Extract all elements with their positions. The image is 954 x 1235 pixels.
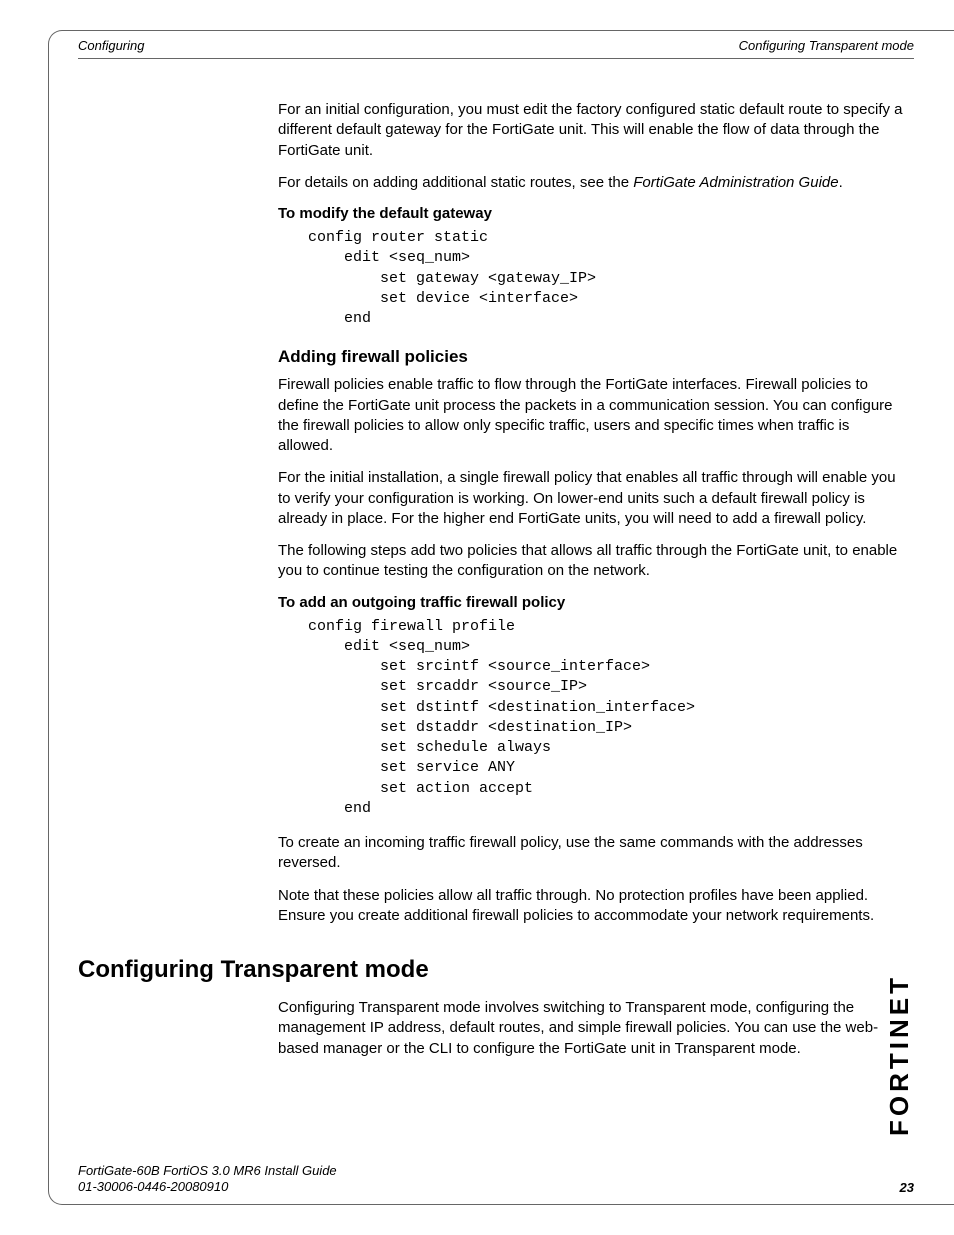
body-column: Configuring Transparent mode involves sw… <box>278 998 904 1059</box>
paragraph: To create an incoming traffic firewall p… <box>278 833 904 874</box>
footer-title: FortiGate-60B FortiOS 3.0 MR6 Install Gu… <box>78 1163 337 1179</box>
header-right: Configuring Transparent mode <box>739 38 914 53</box>
brand-text: FORTINET <box>884 974 915 1136</box>
running-head: Configuring Configuring Transparent mode <box>78 38 914 53</box>
text: For details on adding additional static … <box>278 174 633 191</box>
paragraph: Configuring Transparent mode involves sw… <box>278 998 904 1059</box>
body-column: For an initial configuration, you must e… <box>278 100 904 926</box>
paragraph: Firewall policies enable traffic to flow… <box>278 375 904 456</box>
code-block: config router static edit <seq_num> set … <box>308 228 904 329</box>
brand-logo: FORTINET <box>884 955 914 1155</box>
procedure-heading: To add an outgoing traffic firewall poli… <box>278 594 904 611</box>
paragraph: Note that these policies allow all traff… <box>278 886 904 927</box>
subsection-heading: Adding firewall policies <box>278 347 904 367</box>
footer-lines: FortiGate-60B FortiOS 3.0 MR6 Install Gu… <box>78 1163 337 1196</box>
page: Configuring Configuring Transparent mode… <box>0 0 954 1235</box>
content: For an initial configuration, you must e… <box>78 100 914 1160</box>
paragraph: For details on adding additional static … <box>278 173 904 193</box>
text: . <box>839 174 843 191</box>
header-left: Configuring <box>78 38 145 53</box>
page-number: 23 <box>900 1180 914 1195</box>
paragraph: For an initial configuration, you must e… <box>278 100 904 161</box>
procedure-heading: To modify the default gateway <box>278 205 904 222</box>
code-block: config firewall profile edit <seq_num> s… <box>308 617 904 820</box>
paragraph: The following steps add two policies tha… <box>278 541 904 582</box>
header-rule <box>78 58 914 59</box>
emphasis: FortiGate Administration Guide <box>633 174 838 191</box>
footer-docid: 01-30006-0446-20080910 <box>78 1179 337 1195</box>
paragraph: For the initial installation, a single f… <box>278 468 904 529</box>
footer: FortiGate-60B FortiOS 3.0 MR6 Install Gu… <box>78 1163 914 1196</box>
section-heading: Configuring Transparent mode <box>78 956 914 984</box>
